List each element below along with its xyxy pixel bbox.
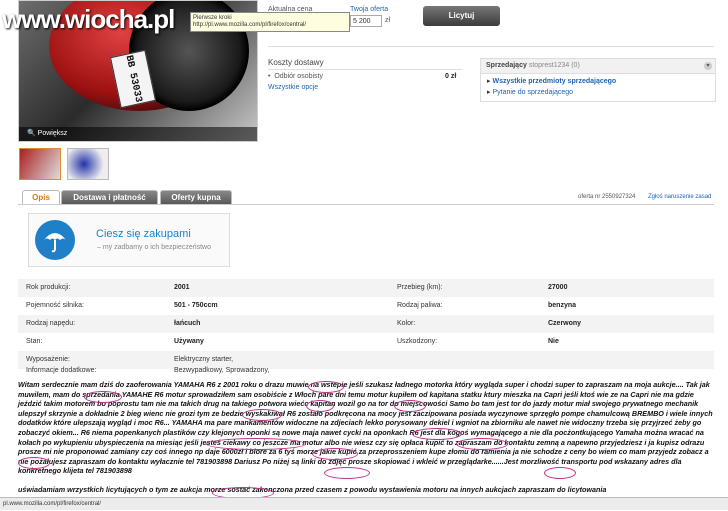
umbrella-icon <box>35 220 75 260</box>
link-tooltip: Pierwsze kroki http://pl.www.mozilla.com… <box>190 12 350 32</box>
description-paragraph: Witam serdecznie mam dziś do zaoferowani… <box>18 380 713 476</box>
seller-label: Sprzedający <box>486 62 527 69</box>
tab-delivery[interactable]: Dostawa i płatność <box>61 190 158 205</box>
seller-ask-row: ▸ Pytanie do sprzedającego <box>487 89 574 96</box>
detail-label: Przebieg (km): <box>397 284 443 291</box>
tab-description[interactable]: Opis <box>22 190 60 205</box>
annotation-circle <box>18 457 50 469</box>
item-description: Witam serdecznie mam dziś do zaoferowani… <box>18 380 714 504</box>
seller-header[interactable]: Sprzedający stoprest1234 (0) ▾ <box>481 59 715 74</box>
detail-value: 501 - 750ccm <box>174 302 218 309</box>
current-price-label: Aktualna cena <box>268 6 313 13</box>
shipping-price: 0 zł <box>445 73 457 80</box>
your-offer-label: Twoja oferta <box>350 6 389 13</box>
tab-offers[interactable]: Oferty kupna <box>160 190 232 205</box>
offer-input[interactable]: 5 200 <box>350 15 382 27</box>
detail-value: Czerwony <box>548 320 582 327</box>
tab-divider <box>18 204 714 205</box>
detail-value: Bezwypadkowy, Sprowadzony, <box>174 367 270 374</box>
detail-value: benzyna <box>548 302 577 309</box>
report-link[interactable]: Zgłoś naruszenie zasad <box>648 194 711 200</box>
thumbnail-2[interactable] <box>67 148 109 180</box>
seller-box: Sprzedający stoprest1234 (0) ▾ ▸ Wszystk… <box>480 58 716 102</box>
shipping-divider <box>268 69 462 70</box>
seller-all-items-link[interactable]: Wszystkie przedmioty sprzedającego <box>492 78 616 85</box>
protection-box: Ciesz się zakupami – my zadbamy o ich be… <box>28 213 230 267</box>
annotation-circle <box>242 409 282 421</box>
protection-subtitle-row: – my zadbamy o ich bezpieczeństwo <box>97 244 212 251</box>
annotation-circle <box>84 391 122 403</box>
detail-label: Rok produkcji: <box>26 284 71 291</box>
detail-label: Informacje dodatkowe: <box>26 367 97 374</box>
bid-button[interactable]: Licytuj <box>423 6 500 26</box>
detail-value: 27000 <box>548 284 568 291</box>
details-row: Informacje dodatkowe: Bezwypadkowy, Spro… <box>18 362 714 380</box>
annotation-circle <box>412 428 462 440</box>
annotation-circle <box>306 400 334 412</box>
detail-value: łańcuch <box>174 320 201 327</box>
annotation-circle <box>544 467 576 479</box>
seller-name: stoprest1234 (0) <box>528 62 580 69</box>
tooltip-title: Pierwsze kroki <box>193 15 232 21</box>
annotation-circle <box>456 438 508 450</box>
zoom-label: Powiększ <box>37 130 68 137</box>
zoom-button[interactable]: 🔍 Powiększ <box>19 127 257 141</box>
chevron-down-icon[interactable]: ▾ <box>704 62 712 70</box>
site-watermark: www.wiocha.pl <box>2 4 175 34</box>
shipping-option: Odbiór osobisty <box>274 73 323 80</box>
detail-value: 2001 <box>174 284 190 291</box>
details-row: Stan: Używany Uszkodzony: Nie <box>18 333 714 351</box>
annotation-circle <box>312 448 358 460</box>
thumbnail-1[interactable] <box>19 148 61 180</box>
detail-label: Pojemność silnika: <box>26 302 84 309</box>
annotation-circle <box>394 400 426 412</box>
shipping-option-row: • Odbiór osobisty <box>268 73 323 80</box>
annotation-circle <box>308 381 344 393</box>
details-row: Rodzaj napędu: łańcuch Kolor: Czerwony <box>18 315 714 333</box>
description-paragraph: uświadamiam wrzystkich licytujących o ty… <box>18 484 607 494</box>
details-row: Rok produkcji: 2001 Przebieg (km): 27000 <box>18 279 714 297</box>
ask-seller-link[interactable]: Pytanie do sprzedającego <box>492 89 573 96</box>
seller-items-row: ▸ Wszystkie przedmioty sprzedającego <box>487 78 617 85</box>
detail-label: Uszkodzony: <box>397 338 438 345</box>
offer-number: oferta nr 2550927324 <box>578 194 636 200</box>
annotation-circle <box>206 438 306 450</box>
detail-value: Używany <box>174 338 204 345</box>
divider <box>268 46 714 47</box>
tooltip-url: http://pl.www.mozilla.com/pl/firefox/cen… <box>193 22 307 28</box>
all-shipping-options-link[interactable]: Wszystkie opcje <box>268 84 318 91</box>
detail-label: Kolor: <box>397 320 416 327</box>
status-bar: pl.www.mozilla.com/pl/firefox/central/ <box>0 497 728 510</box>
annotation-circle <box>324 467 370 479</box>
currency-label: zł <box>385 17 391 24</box>
detail-value: Nie <box>548 338 559 345</box>
protection-title: Ciesz się zakupami <box>96 228 191 240</box>
shipping-title: Koszty dostawy <box>268 58 324 67</box>
details-row: Pojemność silnika: 501 - 750ccm Rodzaj p… <box>18 297 714 315</box>
protection-subtitle: my zadbamy o ich bezpieczeństwo <box>102 244 212 251</box>
detail-label: Rodzaj napędu: <box>26 320 76 327</box>
detail-label: Stan: <box>26 338 43 345</box>
detail-label: Rodzaj paliwa: <box>397 302 443 309</box>
